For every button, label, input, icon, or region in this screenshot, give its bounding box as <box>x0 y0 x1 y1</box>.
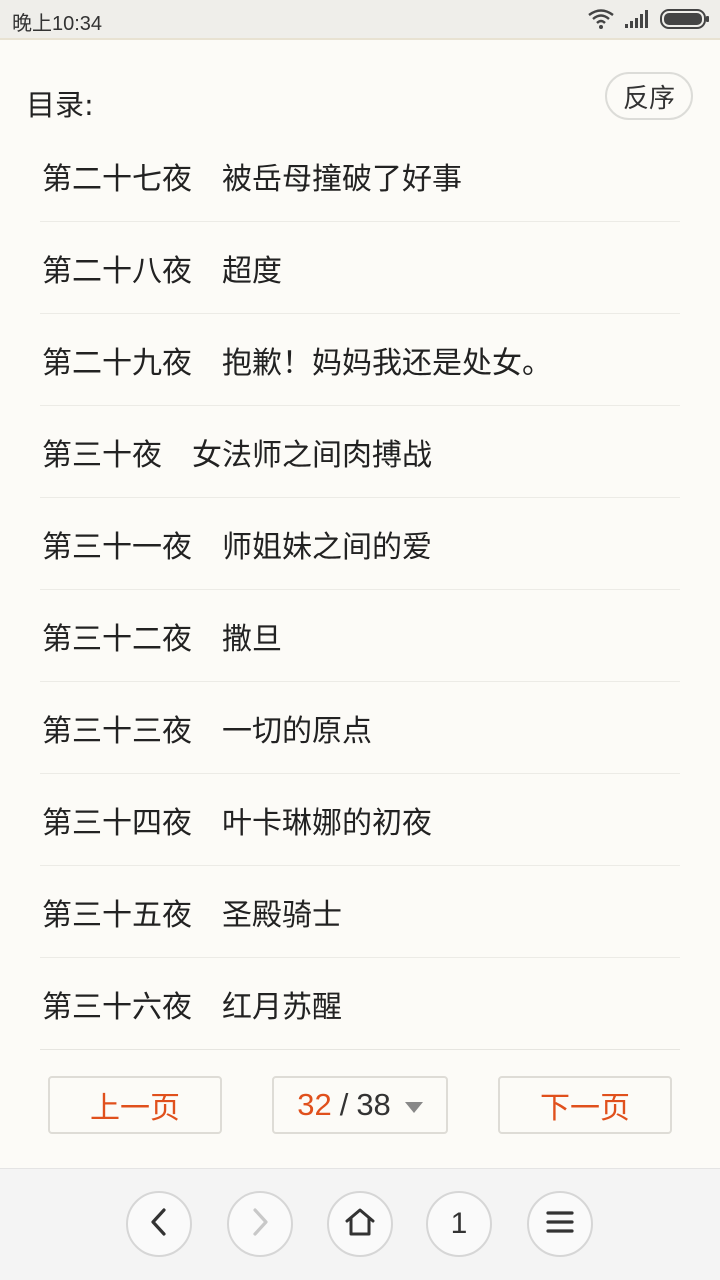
chapter-title: 第三十一夜 师姐妹之间的爱 <box>42 529 432 565</box>
chapter-item[interactable]: 第三十夜 女法师之间肉搏战 <box>40 406 680 498</box>
chapter-title: 第二十七夜 被岳母撞破了好事 <box>42 161 462 197</box>
home-icon <box>344 1207 376 1241</box>
chapter-item[interactable]: 第三十六夜 红月苏醒 <box>40 958 680 1050</box>
total-pages: 38 <box>356 1087 391 1122</box>
chapter-title: 第三十四夜 叶卡琳娜的初夜 <box>42 805 432 841</box>
chapter-item[interactable]: 第三十三夜 一切的原点 <box>40 682 680 774</box>
chapter-title: 第三十二夜 撒旦 <box>42 621 282 657</box>
reverse-order-button[interactable]: 反序 <box>605 72 693 120</box>
prev-page-button[interactable]: 上一页 <box>48 1076 222 1134</box>
chapter-list: 第二十七夜 被岳母撞破了好事 第二十八夜 超度 第二十九夜 抱歉！妈妈我还是处女… <box>40 130 680 1050</box>
chapter-title: 第二十八夜 超度 <box>42 253 282 289</box>
status-bar: 晚上10:34 <box>0 0 720 40</box>
dropdown-arrow-icon <box>404 1101 423 1113</box>
chapter-item[interactable]: 第二十七夜 被岳母撞破了好事 <box>40 130 680 222</box>
back-button[interactable] <box>126 1191 192 1257</box>
status-time: 晚上10:34 <box>12 13 103 35</box>
tab-count: 1 <box>450 1207 468 1240</box>
chapter-item[interactable]: 第三十五夜 圣殿骑士 <box>40 866 680 958</box>
next-page-button[interactable]: 下一页 <box>498 1076 672 1134</box>
current-page: 32 <box>297 1087 332 1122</box>
status-icons <box>588 8 710 34</box>
back-icon <box>146 1207 172 1241</box>
page-separator: / <box>339 1087 349 1122</box>
wifi-icon <box>588 9 614 33</box>
tabs-button[interactable]: 1 <box>426 1191 492 1257</box>
chapter-item[interactable]: 第二十九夜 抱歉！妈妈我还是处女。 <box>40 314 680 406</box>
chapter-item[interactable]: 第三十一夜 师姐妹之间的爱 <box>40 498 680 590</box>
chapter-title: 第三十六夜 红月苏醒 <box>42 989 342 1025</box>
pagination: 上一页 32 / 38 下一页 <box>0 1076 720 1136</box>
chapter-title: 第二十九夜 抱歉！妈妈我还是处女。 <box>42 345 552 381</box>
chapter-item[interactable]: 第二十八夜 超度 <box>40 222 680 314</box>
chapter-title: 第三十五夜 圣殿骑士 <box>42 897 342 933</box>
menu-icon <box>546 1210 574 1238</box>
signal-icon <box>624 9 650 33</box>
chapter-title: 第三十三夜 一切的原点 <box>42 713 372 749</box>
menu-button[interactable] <box>527 1191 593 1257</box>
battery-icon <box>660 8 710 34</box>
chapter-item[interactable]: 第三十四夜 叶卡琳娜的初夜 <box>40 774 680 866</box>
forward-button[interactable] <box>227 1191 293 1257</box>
bottom-nav-bar: 1 <box>0 1168 720 1280</box>
home-button[interactable] <box>327 1191 393 1257</box>
toc-title: 目录: <box>26 88 94 122</box>
forward-icon <box>247 1207 273 1241</box>
page-select[interactable]: 32 / 38 <box>272 1076 448 1134</box>
chapter-item[interactable]: 第三十二夜 撒旦 <box>40 590 680 682</box>
chapter-title: 第三十夜 女法师之间肉搏战 <box>42 437 432 473</box>
